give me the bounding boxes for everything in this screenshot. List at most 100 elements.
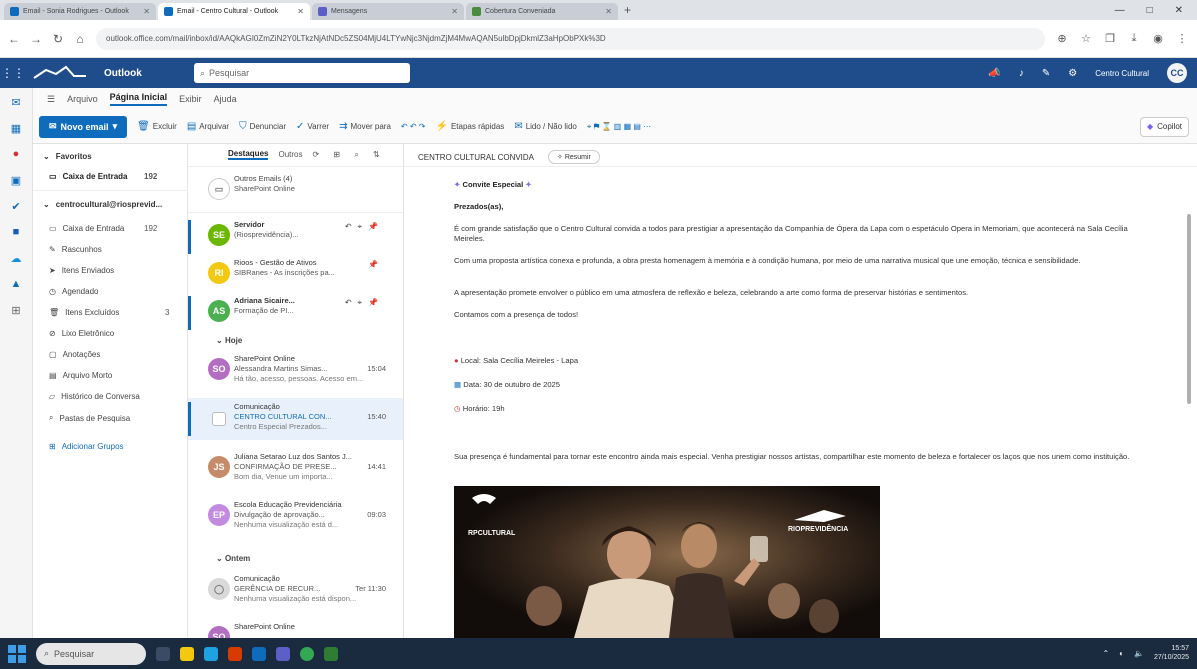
collections-icon[interactable]: ❐ <box>1103 32 1117 45</box>
favorites-header[interactable]: ⌄ Favoritos <box>43 152 92 161</box>
url-field[interactable]: outlook.office.com/mail/inbox/id/AAQkAGI… <box>96 27 1045 50</box>
file-explorer-icon[interactable] <box>180 646 194 661</box>
add-group-link[interactable]: ⊞ Adicionar Grupos <box>49 442 124 451</box>
chevron-down-icon[interactable]: ▾ <box>113 121 118 132</box>
list-item-pinned[interactable]: SE Servidor (Riosprevidência)... ↶⌖📌 <box>188 216 403 258</box>
close-tab-icon[interactable]: ✕ <box>605 7 612 16</box>
report-button[interactable]: ⛉ Denunciar <box>239 121 286 132</box>
folder-item-archive[interactable]: ▤ Arquivo Morto <box>49 371 112 380</box>
list-item[interactable]: EP Escola Educação Previdenciária Divulg… <box>188 496 403 538</box>
megaphone-icon[interactable]: 📣 <box>988 68 1000 79</box>
chevron-up-icon[interactable]: ⌃ <box>1102 649 1109 658</box>
copilot-button[interactable]: ◆ Copilot <box>1139 116 1189 137</box>
close-tab-icon[interactable]: ✕ <box>297 7 304 16</box>
search-input[interactable]: ⌕ Pesquisar <box>194 63 410 83</box>
network-icon[interactable]: ◐ <box>1119 649 1124 658</box>
archive-button[interactable]: ▤ Arquivar <box>187 121 229 132</box>
windows-start-icon[interactable] <box>8 644 26 663</box>
tag-icons[interactable]: ⌖ ⚑ ⌛ ▥ ▦ ▤ ⋯ <box>587 122 651 132</box>
back-icon[interactable]: ← <box>8 32 20 46</box>
list-item-selected[interactable]: Comunicação CENTRO CULTURAL CON... Centr… <box>188 398 403 440</box>
browser-tab[interactable]: Cobertura Conveniada ✕ <box>466 3 618 20</box>
word-icon[interactable]: ■ <box>8 226 24 240</box>
sweep-button[interactable]: ✓ Varrer <box>296 121 329 132</box>
taskbar-search[interactable]: ⌕ Pesquisar <box>36 642 146 665</box>
tab-home[interactable]: Página Inicial <box>109 92 168 106</box>
folder-item-search-folders[interactable]: ⌕ Pastas de Pesquisa <box>49 413 130 423</box>
office-icon[interactable] <box>228 646 242 661</box>
maximize-icon[interactable]: □ <box>1147 5 1153 16</box>
message-actions[interactable]: ↶⌖📌 <box>345 298 384 308</box>
tab-focused[interactable]: Destaques <box>228 149 269 160</box>
apps-icon[interactable]: ⊞ <box>8 304 24 318</box>
profile-icon[interactable]: ◉ <box>1151 32 1165 45</box>
list-item[interactable]: SO SharePoint Online <box>188 618 403 638</box>
zoom-icon[interactable]: ⊕ <box>1055 32 1069 45</box>
pin-icon[interactable]: 📌 <box>368 260 384 269</box>
people-icon[interactable]: ● <box>8 148 24 162</box>
reload-icon[interactable]: ↻ <box>52 32 64 46</box>
tab-help[interactable]: Ajuda <box>214 94 237 104</box>
list-item[interactable]: SO SharePoint Online Alessandra Martins … <box>188 350 403 392</box>
task-view-icon[interactable] <box>156 646 170 661</box>
folder-item-inbox[interactable]: ▭ Caixa de Entrada 192 <box>49 224 157 233</box>
folder-item-inbox-favorite[interactable]: ▭ Caixa de Entrada 192 <box>49 172 157 181</box>
minimize-icon[interactable]: — <box>1115 5 1125 16</box>
close-window-icon[interactable]: ✕ <box>1175 5 1183 16</box>
folder-item-scheduled[interactable]: ◷ Agendado <box>49 287 98 296</box>
list-item[interactable]: JS Juliana Setarao Luz dos Santos J... C… <box>188 448 403 490</box>
edge-icon[interactable] <box>204 646 218 661</box>
delete-button[interactable]: 🗑 Excluir <box>137 121 177 132</box>
browser-tab[interactable]: Email - Sonia Rodrigues - Outlook ✕ <box>4 3 156 20</box>
settings-gear-icon[interactable]: ⚙ <box>1068 68 1077 79</box>
calendar-icon[interactable]: ▦ <box>8 122 24 136</box>
reply-icons[interactable]: ↶ ↶ ↷ <box>401 122 426 131</box>
list-item-pinned[interactable]: RI Rioos - Gestão de Ativos SIBRanes - A… <box>188 254 403 296</box>
lightbulb-icon[interactable]: ✎ <box>1042 68 1050 79</box>
close-tab-icon[interactable]: ✕ <box>143 7 150 16</box>
download-icon[interactable]: ⤓ <box>1127 32 1141 45</box>
group-header-yesterday[interactable]: ⌄ Ontem <box>216 554 250 563</box>
browser-tab[interactable]: Mensagens ✕ <box>312 3 464 20</box>
outlook-icon[interactable] <box>252 646 266 661</box>
chrome-icon[interactable] <box>300 646 314 661</box>
folder-item-deleted[interactable]: 🗑 Itens Excluídos 3 <box>49 308 169 317</box>
list-tool-icons[interactable]: ⟳ ⊞ ⌕ ⇅ <box>312 150 385 160</box>
new-mail-button[interactable]: ✉ Novo email ▾ <box>39 115 128 138</box>
app-name[interactable]: Outlook <box>104 68 194 79</box>
list-item-pinned[interactable]: AS Adriana Sicaire... Formação de PI... … <box>188 292 403 334</box>
teams-icon[interactable] <box>276 646 290 661</box>
folder-item-sent[interactable]: ➤ Itens Enviados <box>49 266 114 275</box>
scrollbar[interactable] <box>1187 214 1191 404</box>
avatar[interactable]: CC <box>1167 63 1187 83</box>
more-icon[interactable]: ⋮ <box>1175 32 1189 45</box>
todo-icon[interactable]: ✔ <box>8 200 24 214</box>
folder-item-junk[interactable]: ⊘ Lixo Eletrônico <box>49 329 114 338</box>
mail-icon[interactable]: ✉ <box>8 96 24 110</box>
volume-icon[interactable]: 🔈 <box>1134 649 1144 658</box>
move-to-button[interactable]: ⇉ Mover para <box>339 121 391 132</box>
favorite-star-icon[interactable]: ☆ <box>1079 32 1093 45</box>
list-item-other-emails[interactable]: ▭ Outros Emails (4) SharePoint Online <box>188 170 403 212</box>
close-tab-icon[interactable]: ✕ <box>451 7 458 16</box>
app-launcher-icon[interactable]: ⋮⋮ <box>0 66 26 80</box>
checkbox-icon[interactable] <box>212 412 226 426</box>
tab-arquivo[interactable]: Arquivo <box>67 94 98 104</box>
message-actions[interactable]: ↶⌖📌 <box>345 222 384 232</box>
new-tab-icon[interactable]: + <box>624 3 631 17</box>
hamburger-icon[interactable]: ☰ <box>47 94 55 105</box>
bell-icon[interactable]: ♪ <box>1019 68 1024 79</box>
group-header-today[interactable]: ⌄ Hoje <box>216 336 242 345</box>
read-unread-button[interactable]: ✉ Lido / Não lido <box>514 121 577 132</box>
list-item[interactable]: ◯ Comunicação GERÊNCIA DE RECUR... Nenhu… <box>188 570 403 612</box>
user-label[interactable]: Centro Cultural <box>1095 69 1149 78</box>
home-icon[interactable]: ⌂ <box>74 32 86 46</box>
forward-icon[interactable]: → <box>30 32 42 46</box>
onedrive-icon[interactable]: ☁ <box>8 252 24 266</box>
quick-steps-button[interactable]: ⚡ Etapas rápidas <box>435 121 504 132</box>
account-header[interactable]: ⌄ centrocultural@riosprevid... <box>43 200 162 209</box>
app-icon[interactable] <box>324 646 338 661</box>
browser-tab-active[interactable]: Email - Centro Cultural - Outlook ✕ <box>158 3 310 20</box>
groups-icon[interactable]: ▣ <box>8 174 24 188</box>
teams-icon[interactable]: ▲ <box>8 278 24 292</box>
